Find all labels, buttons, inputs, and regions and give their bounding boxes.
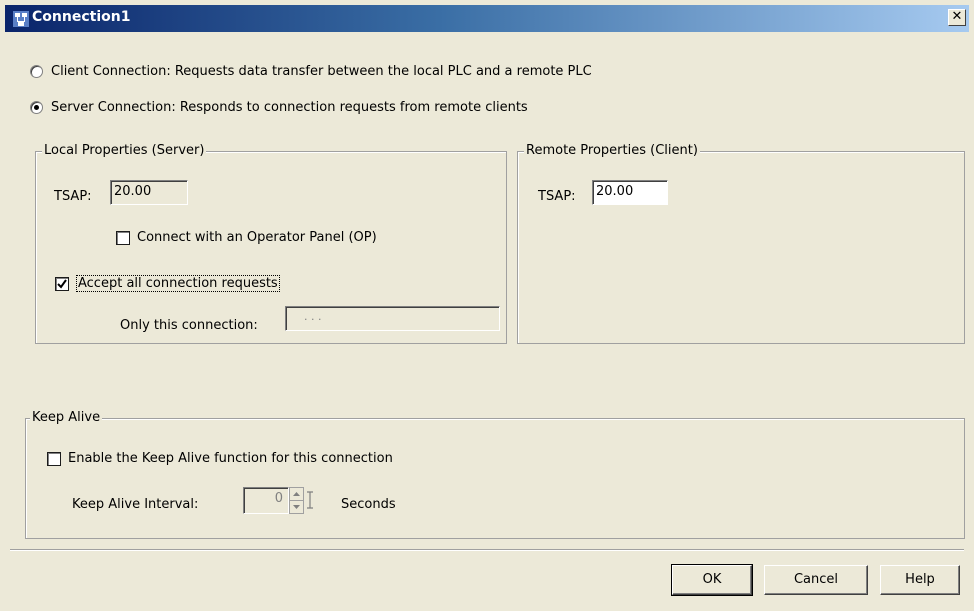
- op-checkbox[interactable]: [116, 230, 130, 245]
- remote-properties-legend: Remote Properties (Client): [524, 143, 700, 158]
- accept-all-label: Accept all connection requests: [76, 275, 280, 292]
- close-button[interactable]: ✕: [948, 9, 966, 26]
- only-this-connection-label: Only this connection:: [120, 318, 258, 333]
- title-bar[interactable]: Connection1 ✕: [5, 5, 969, 32]
- local-properties-legend: Local Properties (Server): [42, 143, 207, 158]
- keep-alive-legend: Keep Alive: [30, 410, 103, 425]
- checkmark-icon: [57, 278, 67, 289]
- button-separator: [10, 549, 964, 551]
- remote-properties-group: Remote Properties (Client): [517, 143, 965, 344]
- accept-all-option[interactable]: Accept all connection requests: [55, 275, 280, 292]
- keep-alive-interval-field[interactable]: 0: [243, 487, 289, 514]
- text-cursor-icon: [307, 491, 313, 509]
- cancel-button[interactable]: Cancel: [764, 565, 868, 595]
- help-button[interactable]: Help: [880, 565, 960, 595]
- server-connection-radio[interactable]: [30, 101, 43, 114]
- server-connection-option[interactable]: Server Connection: Responds to connectio…: [30, 100, 528, 115]
- local-tsap-label: TSAP:: [54, 189, 92, 204]
- server-connection-label: Server Connection: Responds to connectio…: [51, 100, 528, 115]
- local-tsap-field[interactable]: 20.00: [110, 180, 188, 205]
- keep-alive-units-label: Seconds: [341, 497, 396, 512]
- keep-alive-interval-spinner[interactable]: [289, 487, 304, 514]
- keep-alive-enable-label: Enable the Keep Alive function for this …: [68, 451, 393, 466]
- network-connection-icon: [13, 11, 29, 27]
- keep-alive-enable-option[interactable]: Enable the Keep Alive function for this …: [47, 451, 393, 466]
- arrow-up-icon: [293, 492, 300, 496]
- spinner-down-button[interactable]: [290, 501, 303, 513]
- client-connection-option[interactable]: Client Connection: Requests data transfe…: [30, 64, 592, 79]
- keep-alive-enable-checkbox[interactable]: [47, 451, 61, 466]
- client-connection-radio[interactable]: [30, 65, 43, 78]
- op-option[interactable]: Connect with an Operator Panel (OP): [116, 230, 377, 245]
- spinner-up-button[interactable]: [290, 488, 303, 501]
- accept-all-checkbox[interactable]: [55, 276, 69, 291]
- client-connection-label: Client Connection: Requests data transfe…: [51, 64, 592, 79]
- remote-tsap-label: TSAP:: [538, 189, 576, 204]
- only-this-connection-field[interactable]: . . .: [285, 306, 500, 331]
- ok-button[interactable]: OK: [671, 564, 753, 596]
- keep-alive-group: Keep Alive: [25, 410, 965, 539]
- close-icon: ✕: [951, 9, 963, 24]
- arrow-down-icon: [293, 505, 300, 509]
- connection-dialog: Connection1 ✕ Client Connection: Request…: [0, 0, 974, 611]
- keep-alive-interval-label: Keep Alive Interval:: [72, 497, 199, 512]
- op-label: Connect with an Operator Panel (OP): [137, 230, 377, 245]
- remote-tsap-field[interactable]: 20.00: [592, 180, 668, 205]
- window-title: Connection1: [32, 9, 131, 25]
